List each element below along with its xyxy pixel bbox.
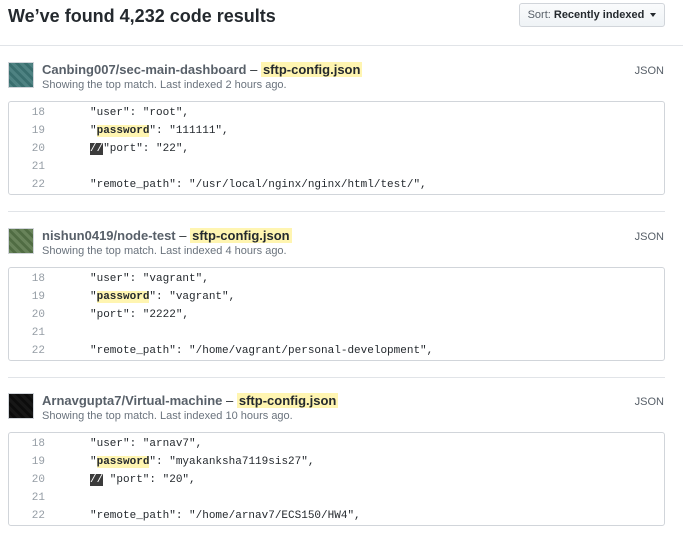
code-snippet: 18 "user": "vagrant", 19 "password": "vagra… [8, 267, 665, 361]
match-highlight: password [96, 125, 150, 137]
title-separator: – [250, 62, 258, 77]
comment-marker: // [90, 474, 104, 486]
code-text: "user": "root", [90, 104, 189, 122]
code-segment: "remote_path": "/usr/local/nginx/nginx/h… [90, 179, 427, 191]
language-label: JSON [634, 65, 664, 77]
code-line: 19 "password": "myakanksha7119sis27", [9, 453, 664, 471]
code-segment: " [90, 456, 97, 468]
result-title: nishun0419/node-test – sftp-config.json [42, 228, 292, 243]
code-segment: ": "vagrant", [149, 291, 236, 303]
line-number[interactable]: 19 [9, 288, 45, 306]
line-number[interactable]: 18 [9, 270, 45, 288]
language-label: JSON [634, 231, 664, 243]
repo-link[interactable]: Canbing007/sec-main-dashboard [42, 62, 246, 77]
code-line: 22 "remote_path": "/home/vagrant/personal… [9, 342, 664, 360]
code-segment: "user": "root", [90, 107, 190, 119]
code-text: "user": "arnav7", [90, 435, 202, 453]
code-text: "remote_path": "/home/arnav7/ECS150/HW4"… [90, 507, 361, 525]
code-snippet: 18 "user": "root", 19 "password": "111111",… [8, 101, 665, 195]
line-number[interactable]: 18 [9, 104, 45, 122]
line-number[interactable]: 22 [9, 176, 45, 194]
repo-avatar[interactable] [8, 228, 34, 254]
title-separator: – [226, 393, 234, 408]
sort-value: Recently indexed [553, 9, 645, 21]
language-label: JSON [634, 396, 664, 408]
code-line: 18 "user": "root", [9, 104, 664, 122]
code-line: 20 // "port": "20", [9, 471, 664, 489]
line-number[interactable]: 22 [9, 342, 45, 360]
repo-link[interactable]: nishun0419/node-test [42, 228, 176, 243]
code-line: 19 "password": "vagrant", [9, 288, 664, 306]
code-segment: "port": "2222", [90, 309, 190, 321]
result-divider [8, 211, 665, 212]
code-text: "password": "111111", [90, 122, 229, 140]
code-segment: "remote_path": "/home/vagrant/personal-d… [90, 345, 434, 357]
code-text: // "port": "20", [90, 471, 196, 489]
code-segment: ": "111111", [149, 125, 229, 137]
title-separator: – [179, 228, 187, 243]
caret-down-icon [650, 13, 657, 18]
code-segment: ": "myakanksha7119sis27", [149, 456, 315, 468]
match-highlight: password [96, 291, 150, 303]
result-meta: Showing the top match. Last indexed 10 h… [42, 410, 293, 422]
code-text: "remote_path": "/home/vagrant/personal-d… [90, 342, 433, 360]
repo-avatar[interactable] [8, 393, 34, 419]
file-link[interactable]: sftp-config.json [236, 393, 339, 408]
result-meta: Showing the top match. Last indexed 2 ho… [42, 79, 287, 91]
code-segment: "user": "arnav7", [90, 438, 203, 450]
line-number[interactable]: 21 [9, 158, 45, 176]
code-text: "port": "2222", [90, 306, 189, 324]
line-number[interactable]: 21 [9, 489, 45, 507]
code-line: 20 "port": "2222", [9, 306, 664, 324]
result-title: Arnavgupta7/Virtual-machine – sftp-confi… [42, 393, 339, 408]
line-number[interactable]: 20 [9, 471, 45, 489]
file-link[interactable]: sftp-config.json [260, 62, 363, 77]
code-segment: "port": "20", [103, 474, 196, 486]
sort-dropdown-button[interactable]: Sort: Recently indexed [519, 3, 665, 27]
line-number[interactable]: 22 [9, 507, 45, 525]
code-text: //"port": "22", [90, 140, 189, 158]
repo-avatar[interactable] [8, 62, 34, 88]
code-segment: " [90, 125, 97, 137]
code-segment: "remote_path": "/home/arnav7/ECS150/HW4"… [90, 510, 361, 522]
code-segment: "user": "vagrant", [90, 273, 209, 285]
code-text: "password": "myakanksha7119sis27", [90, 453, 314, 471]
match-highlight: password [96, 456, 150, 468]
code-line: 22 "remote_path": "/home/arnav7/ECS150/HW… [9, 507, 664, 525]
line-number[interactable]: 19 [9, 122, 45, 140]
code-line: 21 [9, 489, 664, 507]
code-text: "user": "vagrant", [90, 270, 209, 288]
code-text: "remote_path": "/usr/local/nginx/nginx/h… [90, 176, 427, 194]
code-snippet: 18 "user": "arnav7", 19 "password": "myakan… [8, 432, 665, 526]
line-number[interactable]: 20 [9, 306, 45, 324]
results-count-title: We’ve found 4,232 code results [8, 6, 276, 26]
code-segment: " [90, 291, 97, 303]
code-line: 21 [9, 158, 664, 176]
code-segment: "port": "22", [103, 143, 190, 155]
line-number[interactable]: 20 [9, 140, 45, 158]
code-line: 18 "user": "arnav7", [9, 435, 664, 453]
line-number[interactable]: 19 [9, 453, 45, 471]
result-title: Canbing007/sec-main-dashboard – sftp-con… [42, 62, 363, 77]
code-line: 19 "password": "111111", [9, 122, 664, 140]
sort-label: Sort: [527, 9, 551, 21]
code-line: 21 [9, 324, 664, 342]
comment-marker: // [90, 143, 104, 155]
code-line: 22 "remote_path": "/usr/local/nginx/nginx… [9, 176, 664, 194]
result-divider [8, 377, 665, 378]
line-number[interactable]: 21 [9, 324, 45, 342]
code-text: "password": "vagrant", [90, 288, 235, 306]
file-link[interactable]: sftp-config.json [190, 228, 292, 243]
line-number[interactable]: 18 [9, 435, 45, 453]
repo-link[interactable]: Arnavgupta7/Virtual-machine [42, 393, 222, 408]
code-line: 18 "user": "vagrant", [9, 270, 664, 288]
result-meta: Showing the top match. Last indexed 4 ho… [42, 245, 287, 257]
code-line: 20 //"port": "22", [9, 140, 664, 158]
results-header: We’ve found 4,232 code results Sort: Rec… [0, 0, 683, 46]
